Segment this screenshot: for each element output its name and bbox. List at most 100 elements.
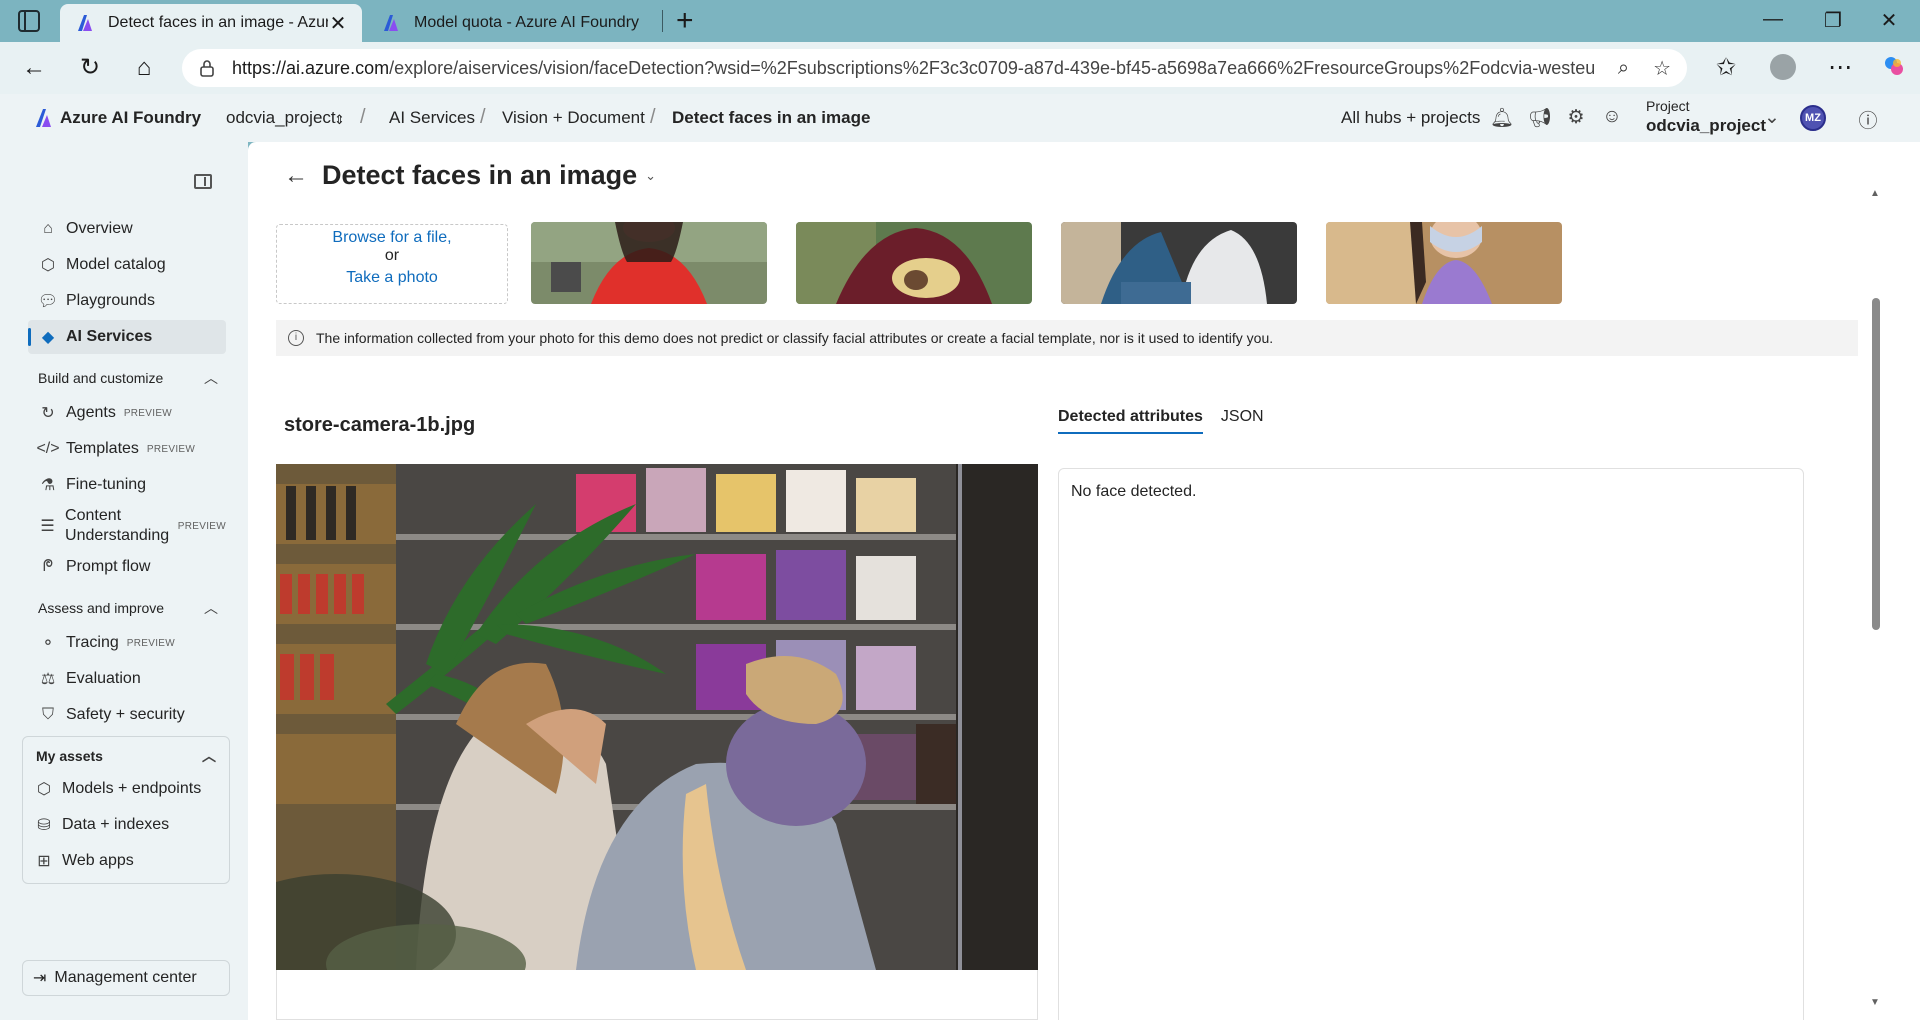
notifications-bell-icon[interactable]: 🔔︎ bbox=[1490, 106, 1514, 130]
sample-image-thumbnail[interactable] bbox=[796, 222, 1032, 304]
management-center-button[interactable]: ⇥ Management center bbox=[22, 960, 230, 996]
sidebar: ⌂ Overview ⬡ Model catalog 💬︎ Playground… bbox=[0, 142, 248, 1020]
document-icon: ☰ bbox=[40, 518, 55, 535]
maximize-button[interactable]: ❐ bbox=[1818, 8, 1848, 33]
all-hubs-link[interactable]: All hubs + projects bbox=[1341, 108, 1480, 128]
preview-badge: PREVIEW bbox=[146, 443, 196, 455]
settings-gear-icon[interactable]: ⚙ bbox=[1564, 106, 1588, 130]
page-title: Detect faces in an image bbox=[322, 160, 638, 190]
privacy-info-bar: i The information collected from your ph… bbox=[276, 320, 1858, 356]
chevron-up-icon: ︿ bbox=[204, 370, 218, 386]
tab-detected-attributes[interactable]: Detected attributes bbox=[1058, 408, 1203, 434]
breadcrumb-vision-document[interactable]: Vision + Document bbox=[502, 108, 645, 128]
sidebar-item-overview[interactable]: ⌂ Overview bbox=[28, 212, 226, 246]
app-header: Azure AI Foundry odcvia_project ⇕ / AI S… bbox=[0, 94, 1920, 142]
scroll-thumb[interactable] bbox=[1872, 298, 1880, 630]
feedback-smiley-icon[interactable]: ☺ bbox=[1600, 106, 1624, 130]
sidebar-item-data-indexes[interactable]: ⛁ Data + indexes bbox=[24, 808, 222, 842]
help-icon[interactable]: ⓘ bbox=[1856, 106, 1880, 132]
sidebar-item-ai-services[interactable]: ◆ AI Services bbox=[28, 320, 226, 354]
result-tabs: Detected attributes JSON bbox=[1058, 408, 1282, 434]
tracing-icon: ⚬ bbox=[41, 635, 55, 652]
preview-badge: PREVIEW bbox=[126, 637, 175, 649]
sidebar-item-templates[interactable]: </> Templates PREVIEW bbox=[28, 432, 226, 466]
tab-json[interactable]: JSON bbox=[1221, 408, 1264, 434]
flask-icon: ⚗ bbox=[40, 477, 56, 494]
announcements-icon[interactable]: 📢︎ bbox=[1528, 106, 1552, 130]
chevron-down-icon[interactable]: ⌄ bbox=[645, 168, 656, 184]
section-build-customize[interactable]: Build and customize ︿ bbox=[38, 368, 218, 388]
cube-icon: ⬡ bbox=[37, 781, 51, 798]
sidebar-item-web-apps[interactable]: ⊞ Web apps bbox=[24, 844, 222, 878]
section-my-assets[interactable]: My assets ︿ bbox=[36, 746, 216, 766]
section-assess-improve[interactable]: Assess and improve ︿ bbox=[38, 598, 218, 618]
preview-badge: PREVIEW bbox=[177, 520, 226, 532]
sidebar-item-safety-security[interactable]: ⛉ Safety + security bbox=[28, 698, 226, 732]
back-icon[interactable]: ← bbox=[20, 54, 48, 82]
minimize-button[interactable]: — bbox=[1758, 8, 1788, 31]
tab-close-icon[interactable]: ✕ bbox=[328, 11, 348, 36]
sidebar-item-fine-tuning[interactable]: ⚗ Fine-tuning bbox=[28, 468, 226, 502]
scroll-up-icon[interactable]: ▲ bbox=[1870, 188, 1880, 199]
sidebar-item-playgrounds[interactable]: 💬︎ Playgrounds bbox=[28, 284, 226, 318]
chevron-up-icon: ︿ bbox=[204, 600, 218, 616]
sidebar-item-evaluation[interactable]: ⚖ Evaluation bbox=[28, 662, 226, 696]
home-icon: ⌂ bbox=[43, 220, 53, 237]
more-options-icon[interactable]: ⋯ bbox=[1826, 54, 1854, 82]
chevron-up-icon: ︿ bbox=[202, 748, 216, 764]
tab-actions-icon[interactable] bbox=[18, 10, 40, 32]
code-icon: </> bbox=[36, 440, 60, 457]
tab-title: Model quota - Azure AI Foundry bbox=[414, 14, 640, 31]
scroll-down-icon[interactable]: ▼ bbox=[1870, 997, 1880, 1008]
sample-image-thumbnail[interactable] bbox=[1061, 222, 1297, 304]
image-footer bbox=[276, 970, 1038, 1020]
zoom-icon[interactable]: ⌕ bbox=[1618, 57, 1629, 80]
brand[interactable]: Azure AI Foundry bbox=[34, 108, 201, 128]
azure-foundry-favicon-icon bbox=[380, 13, 400, 33]
file-name: store-camera-1b.jpg bbox=[284, 414, 476, 436]
refresh-icon[interactable]: ↻ bbox=[76, 54, 104, 82]
sidebar-item-agents[interactable]: ↻ Agents PREVIEW bbox=[28, 396, 226, 430]
sidebar-item-prompt-flow[interactable]: ᖘ Prompt flow bbox=[28, 550, 226, 584]
sidebar-item-model-catalog[interactable]: ⬡ Model catalog bbox=[28, 248, 226, 282]
sidebar-item-models-endpoints[interactable]: ⬡ Models + endpoints bbox=[24, 772, 222, 806]
project-label: Project bbox=[1646, 98, 1690, 114]
browser-profile-avatar[interactable] bbox=[1770, 54, 1796, 80]
browse-file-link[interactable]: Browse for a file, bbox=[277, 229, 507, 247]
user-avatar[interactable]: MZ bbox=[1800, 105, 1826, 131]
address-bar[interactable]: https://ai.azure.com/explore/aiservices/… bbox=[182, 49, 1687, 87]
browser-tab-active[interactable]: Detect faces in an image - Azure AI Foun… bbox=[60, 4, 362, 42]
browser-tab-model-quota[interactable]: Model quota - Azure AI Foundry bbox=[366, 4, 658, 42]
chevron-down-icon[interactable]: ⌄ bbox=[1760, 106, 1784, 130]
azure-foundry-logo-icon bbox=[36, 109, 51, 127]
privacy-info-text: The information collected from your phot… bbox=[316, 330, 1274, 346]
take-photo-link[interactable]: Take a photo bbox=[277, 269, 507, 287]
sidebar-item-tracing[interactable]: ⚬ Tracing PREVIEW bbox=[28, 626, 226, 660]
database-icon: ⛁ bbox=[37, 817, 51, 834]
agents-icon: ↻ bbox=[41, 405, 55, 422]
favorite-star-icon[interactable]: ☆ bbox=[1653, 56, 1671, 81]
project-name[interactable]: odcvia_project bbox=[1646, 116, 1766, 136]
site-info-icon[interactable] bbox=[198, 59, 216, 77]
home-icon[interactable]: ⌂ bbox=[130, 54, 158, 82]
project-switch-icon[interactable]: ⇕ bbox=[334, 112, 345, 128]
result-text: No face detected. bbox=[1071, 483, 1197, 500]
enter-icon: ⇥ bbox=[33, 970, 47, 987]
breadcrumb-project[interactable]: odcvia_project bbox=[226, 108, 336, 128]
sidebar-item-content-understanding[interactable]: ☰ Content Understanding PREVIEW bbox=[28, 504, 226, 548]
breadcrumb-ai-services[interactable]: AI Services bbox=[389, 108, 475, 128]
upload-dropzone[interactable]: Browse for a file, or Take a photo bbox=[276, 224, 508, 304]
sample-image-thumbnail[interactable] bbox=[531, 222, 767, 304]
scale-icon: ⚖ bbox=[40, 671, 56, 688]
copilot-icon[interactable] bbox=[1880, 54, 1908, 82]
vertical-scrollbar[interactable]: ▲ ▼ bbox=[1868, 188, 1882, 1008]
favorites-icon[interactable]: ✩ bbox=[1712, 54, 1740, 82]
sample-image-thumbnail[interactable] bbox=[1326, 222, 1562, 304]
url-text: https://ai.azure.com/explore/aiservices/… bbox=[232, 57, 1594, 78]
upload-or-text: or bbox=[384, 247, 400, 264]
breadcrumb-separator: / bbox=[360, 106, 366, 128]
back-arrow-icon[interactable]: ← bbox=[284, 162, 308, 190]
close-window-button[interactable]: ✕ bbox=[1874, 8, 1904, 33]
collapse-sidebar-icon[interactable] bbox=[194, 174, 212, 189]
new-tab-button[interactable]: + bbox=[676, 6, 694, 36]
